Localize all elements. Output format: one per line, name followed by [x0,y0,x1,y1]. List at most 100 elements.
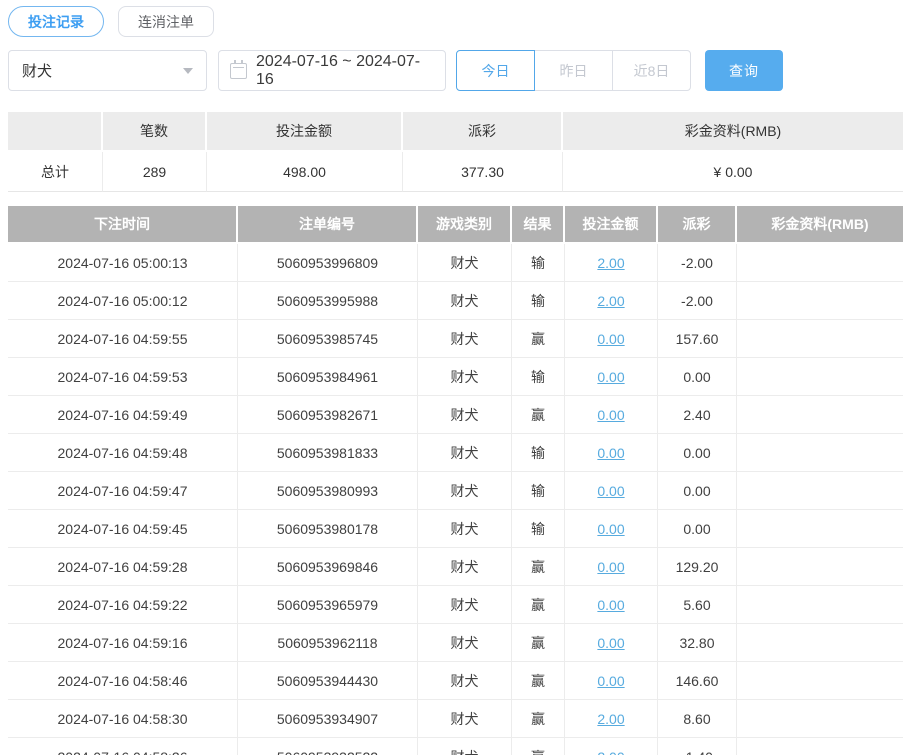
tab-betting-records[interactable]: 投注记录 [8,6,104,37]
header-bet-time: 下注时间 [8,206,238,242]
cell-result: 输 [512,434,565,472]
cell-bonus [737,472,903,510]
cell-bonus [737,700,903,738]
cell-result: 输 [512,472,565,510]
header-order-no: 注单编号 [238,206,418,242]
cell-bet-time: 2024-07-16 04:58:26 [8,738,238,755]
cell-payout: -2.00 [658,244,737,282]
bet-amount-link[interactable]: 0.00 [597,331,624,347]
cell-result: 赢 [512,548,565,586]
summary-total-count: 289 [103,152,207,192]
bet-amount-link[interactable]: 2.00 [597,255,624,271]
game-select[interactable]: 财犬 [8,50,207,91]
header-game-type: 游戏类别 [418,206,512,242]
cell-game-type: 财犬 [418,662,512,700]
summary-total-bet-amount: 498.00 [207,152,403,192]
cell-bonus [737,244,903,282]
cell-bonus [737,320,903,358]
cell-order-no: 5060953980993 [238,472,418,510]
cell-order-no: 5060953995988 [238,282,418,320]
cell-game-type: 财犬 [418,434,512,472]
cell-bet-time: 2024-07-16 04:59:55 [8,320,238,358]
last-8-days-button[interactable]: 近8日 [612,50,691,91]
cell-order-no: 5060953980178 [238,510,418,548]
cell-order-no: 5060953944430 [238,662,418,700]
summary-header-blank [8,112,103,150]
bet-amount-link[interactable]: 0.00 [597,483,624,499]
table-row: 2024-07-16 04:59:47 5060953980993 财犬 输 0… [8,472,903,510]
cell-result: 赢 [512,662,565,700]
cell-bonus [737,624,903,662]
yesterday-button[interactable]: 昨日 [534,50,613,91]
cell-payout: 146.60 [658,662,737,700]
cell-result: 赢 [512,738,565,755]
cell-bet-time: 2024-07-16 04:59:28 [8,548,238,586]
summary-total-payout: 377.30 [403,152,563,192]
cell-payout: -1.40 [658,738,737,755]
cell-payout: 0.00 [658,434,737,472]
table-row: 2024-07-16 04:59:49 5060953982671 财犬 赢 0… [8,396,903,434]
cell-game-type: 财犬 [418,586,512,624]
cell-result: 输 [512,244,565,282]
bet-amount-link[interactable]: 0.00 [597,597,624,613]
cell-bonus [737,510,903,548]
cell-result: 输 [512,282,565,320]
cell-bet-time: 2024-07-16 04:59:53 [8,358,238,396]
cell-game-type: 财犬 [418,358,512,396]
cell-result: 赢 [512,624,565,662]
tab-cancelled-orders[interactable]: 连消注单 [118,6,214,37]
bet-amount-link[interactable]: 0.00 [597,521,624,537]
cell-bonus [737,738,903,755]
date-range-input[interactable]: 2024-07-16 ~ 2024-07-16 [218,50,446,91]
bet-amount-link[interactable]: 0.00 [597,559,624,575]
cell-result: 输 [512,510,565,548]
calendar-icon [230,59,247,79]
bet-amount-link[interactable]: 0.00 [597,635,624,651]
cell-payout: 8.60 [658,700,737,738]
cell-bet-amount: 0.00 [565,586,658,624]
cell-result: 输 [512,358,565,396]
cell-payout: 2.40 [658,396,737,434]
filter-bar: 财犬 2024-07-16 ~ 2024-07-16 今日 昨日 近8日 查询 [8,50,903,91]
header-bonus: 彩金资料(RMB) [737,206,903,242]
cell-order-no: 5060953932522 [238,738,418,755]
table-row: 2024-07-16 04:59:28 5060953969846 财犬 赢 0… [8,548,903,586]
bet-amount-link[interactable]: 0.00 [597,673,624,689]
cell-game-type: 财犬 [418,738,512,755]
bet-amount-link[interactable]: 2.00 [597,749,624,755]
cell-payout: 157.60 [658,320,737,358]
cell-order-no: 5060953981833 [238,434,418,472]
table-row: 2024-07-16 04:58:46 5060953944430 财犬 赢 0… [8,662,903,700]
summary-total-row: 总计 289 498.00 377.30 ¥ 0.00 [8,150,903,192]
game-select-value: 财犬 [22,63,53,80]
cell-payout: 0.00 [658,358,737,396]
cell-bet-time: 2024-07-16 04:59:48 [8,434,238,472]
cell-bet-time: 2024-07-16 04:59:49 [8,396,238,434]
cell-payout: 32.80 [658,624,737,662]
bet-amount-link[interactable]: 0.00 [597,369,624,385]
table-row: 2024-07-16 04:59:55 5060953985745 财犬 赢 0… [8,320,903,358]
cell-bet-time: 2024-07-16 04:59:22 [8,586,238,624]
cell-bet-amount: 0.00 [565,434,658,472]
table-row: 2024-07-16 04:59:53 5060953984961 财犬 输 0… [8,358,903,396]
cell-bet-time: 2024-07-16 04:58:30 [8,700,238,738]
bet-amount-link[interactable]: 2.00 [597,711,624,727]
cell-game-type: 财犬 [418,244,512,282]
table-row: 2024-07-16 04:59:45 5060953980178 财犬 输 0… [8,510,903,548]
header-result: 结果 [512,206,565,242]
search-button[interactable]: 查询 [705,50,783,91]
cell-game-type: 财犬 [418,472,512,510]
date-quick-buttons: 今日 昨日 近8日 [456,50,691,91]
today-button[interactable]: 今日 [456,50,535,91]
bet-amount-link[interactable]: 0.00 [597,407,624,423]
bet-amount-link[interactable]: 0.00 [597,445,624,461]
table-row: 2024-07-16 04:59:22 5060953965979 财犬 赢 0… [8,586,903,624]
cell-order-no: 5060953934907 [238,700,418,738]
summary-table-header: 笔数 投注金额 派彩 彩金资料(RMB) [8,112,903,150]
cell-order-no: 5060953982671 [238,396,418,434]
cell-bet-amount: 0.00 [565,510,658,548]
bet-amount-link[interactable]: 2.00 [597,293,624,309]
cell-bet-amount: 0.00 [565,358,658,396]
cell-bet-amount: 2.00 [565,282,658,320]
cell-bet-amount: 0.00 [565,624,658,662]
